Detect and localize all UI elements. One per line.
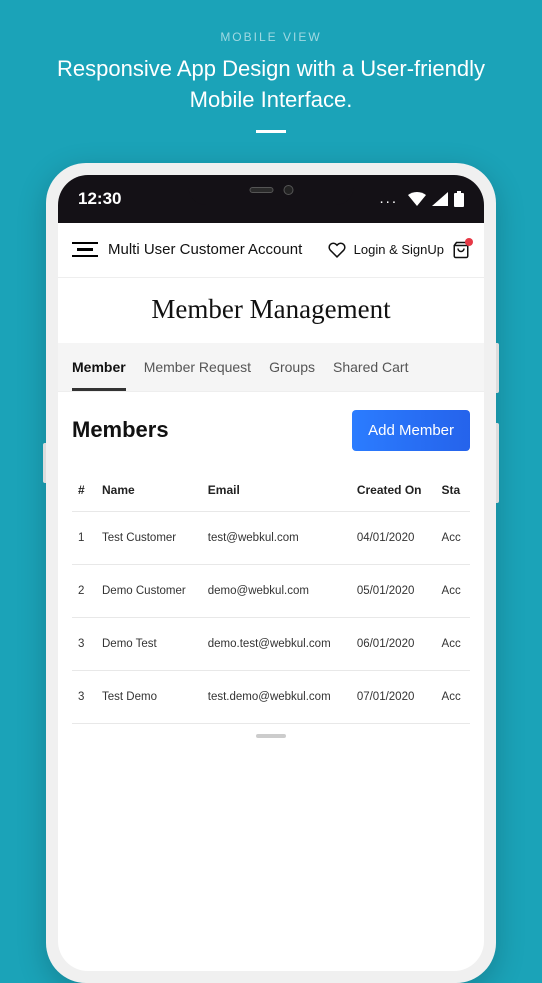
- cell-num: 1: [72, 511, 96, 564]
- promo-label: MOBILE VIEW: [0, 0, 542, 44]
- col-email: Email: [202, 469, 351, 512]
- menu-icon[interactable]: [72, 242, 98, 258]
- heart-icon[interactable]: [328, 241, 346, 259]
- table-row[interactable]: 3Demo Testdemo.test@webkul.com06/01/2020…: [72, 617, 470, 670]
- status-time: 12:30: [78, 189, 121, 209]
- table-row[interactable]: 1Test Customertest@webkul.com04/01/2020A…: [72, 511, 470, 564]
- drag-handle-icon[interactable]: [256, 734, 286, 738]
- wifi-icon: [408, 192, 426, 206]
- tab-member[interactable]: Member: [72, 343, 126, 391]
- page-title: Member Management: [58, 278, 484, 343]
- col-created: Created On: [351, 469, 436, 512]
- cell-email: demo@webkul.com: [202, 564, 351, 617]
- login-link[interactable]: Login & SignUp: [354, 242, 444, 257]
- cell-created: 06/01/2020: [351, 617, 436, 670]
- promo-title: Responsive App Design with a User-friend…: [0, 44, 542, 116]
- cell-created: 04/01/2020: [351, 511, 436, 564]
- more-icon: ...: [379, 190, 398, 207]
- phone-notch: [189, 175, 354, 205]
- phone-screen: 12:30 ... Multi User Customer Acc: [58, 175, 484, 971]
- bag-badge: [465, 238, 473, 246]
- signal-icon: [432, 192, 448, 206]
- cell-status: Acc: [436, 511, 470, 564]
- bag-icon[interactable]: [452, 241, 470, 259]
- cell-name: Test Customer: [96, 511, 202, 564]
- tabs: Member Member Request Groups Shared Cart: [58, 343, 484, 392]
- cell-created: 07/01/2020: [351, 670, 436, 723]
- battery-icon: [454, 191, 464, 207]
- status-icons: ...: [379, 190, 464, 207]
- app-title: Multi User Customer Account: [108, 241, 318, 258]
- cell-num: 3: [72, 617, 96, 670]
- cell-email: test.demo@webkul.com: [202, 670, 351, 723]
- cell-name: Demo Customer: [96, 564, 202, 617]
- cell-status: Acc: [436, 564, 470, 617]
- add-member-button[interactable]: Add Member: [352, 410, 470, 451]
- section-header: Members Add Member: [58, 392, 484, 469]
- cell-name: Test Demo: [96, 670, 202, 723]
- members-table: # Name Email Created On Sta 1Test Custom…: [58, 469, 484, 724]
- speaker-icon: [249, 187, 273, 193]
- tab-member-request[interactable]: Member Request: [144, 343, 251, 391]
- phone-frame: 12:30 ... Multi User Customer Acc: [46, 163, 496, 983]
- cell-email: demo.test@webkul.com: [202, 617, 351, 670]
- col-status: Sta: [436, 469, 470, 512]
- cell-name: Demo Test: [96, 617, 202, 670]
- col-num: #: [72, 469, 96, 512]
- phone-side-button: [496, 343, 499, 393]
- tab-groups[interactable]: Groups: [269, 343, 315, 391]
- app-header: Multi User Customer Account Login & Sign…: [58, 223, 484, 278]
- section-title: Members: [72, 417, 169, 443]
- phone-side-button: [43, 443, 46, 483]
- promo-underline: [256, 130, 286, 133]
- table-row[interactable]: 3Test Demotest.demo@webkul.com07/01/2020…: [72, 670, 470, 723]
- col-name: Name: [96, 469, 202, 512]
- camera-icon: [283, 185, 293, 195]
- cell-created: 05/01/2020: [351, 564, 436, 617]
- cell-num: 3: [72, 670, 96, 723]
- status-bar: 12:30 ...: [58, 175, 484, 223]
- cell-status: Acc: [436, 617, 470, 670]
- phone-side-button: [496, 423, 499, 503]
- cell-email: test@webkul.com: [202, 511, 351, 564]
- cell-status: Acc: [436, 670, 470, 723]
- table-row[interactable]: 2Demo Customerdemo@webkul.com05/01/2020A…: [72, 564, 470, 617]
- table-header-row: # Name Email Created On Sta: [72, 469, 470, 512]
- tab-shared-cart[interactable]: Shared Cart: [333, 343, 408, 391]
- cell-num: 2: [72, 564, 96, 617]
